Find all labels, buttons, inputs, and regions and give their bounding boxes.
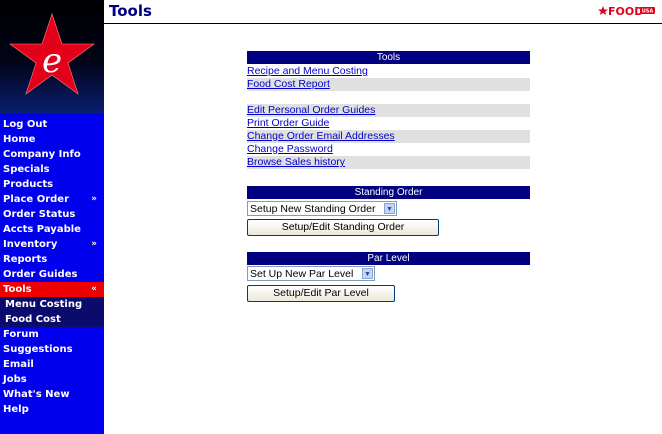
star-logo-icon: e [9,13,95,95]
tools-link-row: Recipe and Menu Costing [247,65,530,78]
tools-link-change-password[interactable]: Change Password [247,143,333,155]
sidebar: e Log Out Home Company Info Specials Product… [0,0,104,434]
tools-link-row [247,91,530,104]
sidebar-item-order-guides[interactable]: Order Guides [0,267,104,282]
sidebar-item-label: Log Out [3,119,48,130]
tools-section-header: Tools [247,51,530,64]
sidebar-item-label: Help [3,404,29,415]
sidebar-item-label: Place Order [3,194,70,205]
sidebar-nav: Log Out Home Company Info Specials Products P… [0,117,104,417]
sidebar-item-label: Reports [3,254,48,265]
sidebar-item-home[interactable]: Home [0,132,104,147]
sidebar-item-label: What's New [3,389,70,400]
tools-link-food-cost-report[interactable]: Food Cost Report [247,78,330,90]
tools-link-edit-personal-order-guides[interactable]: Edit Personal Order Guides [247,104,375,116]
sidebar-item-label: Forum [3,329,39,340]
par-level-select[interactable]: Set Up New Par Level ▼ [247,266,375,281]
chevron-down-icon[interactable]: » [91,192,97,207]
sidebar-item-place-order[interactable]: Place Order » [0,192,104,207]
sidebar-item-label: Suggestions [3,344,73,355]
tools-link-print-order-guide[interactable]: Print Order Guide [247,117,329,129]
sidebar-item-label: Specials [3,164,50,175]
dropdown-arrow-icon[interactable]: ▼ [362,268,373,279]
sidebar-item-label: Order Guides [3,269,78,280]
tools-link-change-order-email-addresses[interactable]: Change Order Email Addresses [247,130,395,142]
food-usa-logo[interactable]: FOOD USA [598,4,656,18]
logo-letter: e [42,41,62,81]
sidebar-item-label: Tools [3,284,32,295]
dropdown-arrow-icon[interactable]: ▼ [384,203,395,214]
sidebar-item-label: Home [3,134,36,145]
setup-edit-par-level-button[interactable]: Setup/Edit Par Level [247,285,395,302]
sidebar-item-log-out[interactable]: Log Out [0,117,104,132]
tools-link-row: Change Password [247,143,530,156]
tools-link-row: Print Order Guide [247,117,530,130]
sidebar-item-label: Email [3,359,34,370]
sidebar-item-label: Accts Payable [3,224,81,235]
sidebar-item-company-info[interactable]: Company Info [0,147,104,162]
sidebar-item-label: Order Status [3,209,76,220]
sidebar-item-label: Products [3,179,54,190]
sidebar-item-label: Jobs [3,374,27,385]
standing-order-select-value: Setup New Standing Order [250,203,376,215]
standing-order-select[interactable]: Setup New Standing Order ▼ [247,201,397,216]
chevron-up-icon[interactable]: « [91,282,97,297]
sidebar-item-forum[interactable]: Forum [0,327,104,342]
tools-link-browse-sales-history[interactable]: Browse Sales history [247,156,345,168]
page-header: Tools FOOD USA [104,0,662,24]
sidebar-item-label: Food Cost [5,314,61,325]
standing-order-section-header: Standing Order [247,186,530,199]
sidebar-item-reports[interactable]: Reports [0,252,104,267]
sidebar-item-what-s-new[interactable]: What's New [0,387,104,402]
sidebar-item-tools[interactable]: Tools « [0,282,104,297]
brand-star-icon [598,6,608,15]
par-level-select-value: Set Up New Par Level [250,268,354,280]
sidebar-item-food-cost[interactable]: Food Cost [0,312,104,327]
sidebar-item-inventory[interactable]: Inventory » [0,237,104,252]
tools-link-recipe-and-menu-costing[interactable]: Recipe and Menu Costing [247,65,368,77]
chevron-down-icon[interactable]: » [91,237,97,252]
sidebar-item-help[interactable]: Help [0,402,104,417]
par-level-section-header: Par Level [247,252,530,265]
sidebar-item-accts-payable[interactable]: Accts Payable [0,222,104,237]
brand-logo-badge: USA [642,9,654,15]
tools-link-row: Edit Personal Order Guides [247,104,530,117]
sidebar-item-label: Company Info [3,149,81,160]
brand-logo-text: FOOD [608,5,643,18]
sidebar-item-email[interactable]: Email [0,357,104,372]
sidebar-item-specials[interactable]: Specials [0,162,104,177]
sidebar-item-products[interactable]: Products [0,177,104,192]
sidebar-item-label: Menu Costing [5,299,83,310]
page-title: Tools [109,2,152,20]
company-logo[interactable]: e [0,0,104,113]
sidebar-item-suggestions[interactable]: Suggestions [0,342,104,357]
setup-edit-standing-order-button[interactable]: Setup/Edit Standing Order [247,219,439,236]
tools-link-row: Change Order Email Addresses [247,130,530,143]
sidebar-item-order-status[interactable]: Order Status [0,207,104,222]
tools-link-row: Food Cost Report [247,78,530,91]
tools-link-row: Browse Sales history [247,156,530,169]
sidebar-item-jobs[interactable]: Jobs [0,372,104,387]
sidebar-item-menu-costing[interactable]: Menu Costing [0,297,104,312]
sidebar-item-label: Inventory [3,239,58,250]
